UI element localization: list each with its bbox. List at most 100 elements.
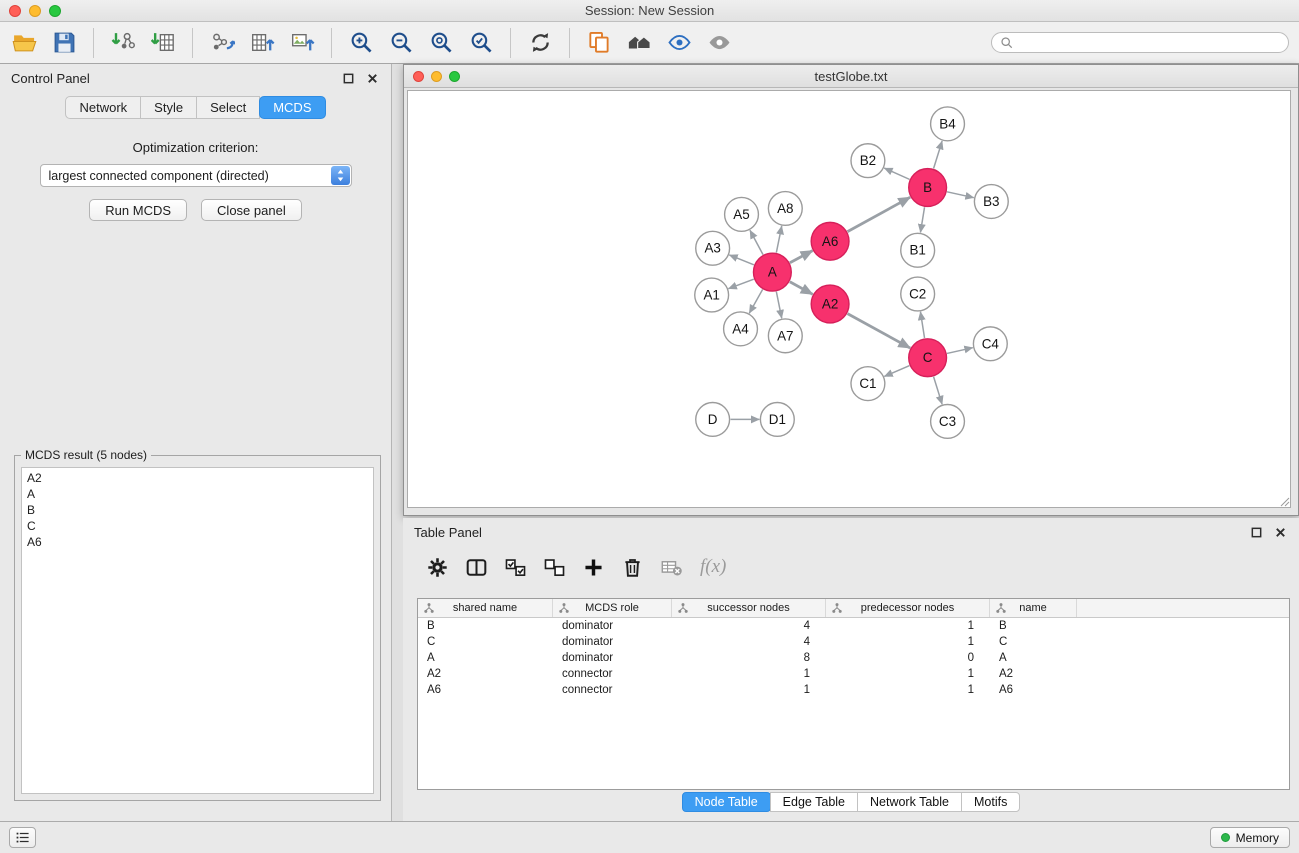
- table-cell[interactable]: 0: [826, 650, 990, 666]
- table-cell[interactable]: 1: [826, 682, 990, 698]
- edge-B-B1[interactable]: [920, 207, 924, 232]
- float-table-panel-icon[interactable]: [1248, 524, 1264, 540]
- show-hide-icon[interactable]: [699, 26, 739, 60]
- table-cell[interactable]: C: [418, 634, 553, 650]
- zoom-window-button[interactable]: [49, 5, 61, 17]
- edge-A-A5[interactable]: [750, 230, 763, 254]
- node-A4[interactable]: A4: [724, 312, 758, 346]
- save-session-icon[interactable]: [44, 26, 84, 60]
- column-header-successor-nodes[interactable]: successor nodes: [672, 599, 826, 617]
- close-network-window-button[interactable]: [413, 71, 424, 82]
- table-row[interactable]: A2connector11A2: [418, 666, 1289, 682]
- delete-row-icon[interactable]: [614, 551, 651, 583]
- result-list-item[interactable]: A6: [22, 534, 373, 550]
- node-C4[interactable]: C4: [973, 327, 1007, 361]
- result-list-item[interactable]: A: [22, 486, 373, 502]
- table-row[interactable]: Adominator80A: [418, 650, 1289, 666]
- table-cell[interactable]: 4: [672, 618, 826, 634]
- tab-network[interactable]: Network: [65, 96, 141, 119]
- table-cell[interactable]: C: [990, 634, 1077, 650]
- node-B3[interactable]: B3: [974, 185, 1008, 219]
- clear-table-icon[interactable]: [653, 551, 690, 583]
- table-cell[interactable]: dominator: [553, 650, 672, 666]
- edge-C-C2[interactable]: [920, 312, 924, 338]
- select-all-icon[interactable]: [497, 551, 534, 583]
- close-panel-button[interactable]: Close panel: [201, 199, 302, 221]
- refresh-icon[interactable]: [520, 26, 560, 60]
- table-cell[interactable]: 4: [672, 634, 826, 650]
- table-cell[interactable]: 1: [826, 634, 990, 650]
- table-cell[interactable]: dominator: [553, 618, 672, 634]
- minimize-network-window-button[interactable]: [431, 71, 442, 82]
- export-table-icon[interactable]: [242, 26, 282, 60]
- export-image-icon[interactable]: [282, 26, 322, 60]
- table-row[interactable]: A6connector11A6: [418, 682, 1289, 698]
- tab-style[interactable]: Style: [140, 96, 197, 119]
- column-browser-icon[interactable]: [458, 551, 495, 583]
- memory-button[interactable]: Memory: [1210, 827, 1290, 848]
- edge-A-A3[interactable]: [729, 255, 754, 265]
- minimize-window-button[interactable]: [29, 5, 41, 17]
- table-cell[interactable]: 1: [826, 666, 990, 682]
- edge-A-A8[interactable]: [776, 226, 781, 253]
- import-table-icon[interactable]: [143, 26, 183, 60]
- zoom-network-window-button[interactable]: [449, 71, 460, 82]
- node-A8[interactable]: A8: [768, 192, 802, 226]
- export-network-icon[interactable]: [202, 26, 242, 60]
- open-session-icon[interactable]: [4, 26, 44, 60]
- edge-A-A6[interactable]: [790, 251, 813, 263]
- edge-A-A7[interactable]: [776, 292, 781, 319]
- edge-A-A4[interactable]: [749, 289, 762, 313]
- zoom-selected-icon[interactable]: [461, 26, 501, 60]
- table-cell[interactable]: connector: [553, 666, 672, 682]
- node-B4[interactable]: B4: [931, 107, 965, 141]
- column-header-shared-name[interactable]: shared name: [418, 599, 553, 617]
- function-builder-button[interactable]: f(x): [700, 556, 726, 578]
- table-row[interactable]: Bdominator41B: [418, 618, 1289, 634]
- node-A1[interactable]: A1: [695, 278, 729, 312]
- node-C2[interactable]: C2: [901, 277, 935, 311]
- node-D1[interactable]: D1: [760, 403, 794, 437]
- table-cell[interactable]: 8: [672, 650, 826, 666]
- node-A3[interactable]: A3: [696, 231, 730, 265]
- node-B1[interactable]: B1: [901, 233, 935, 267]
- tab-node-table[interactable]: Node Table: [682, 792, 771, 812]
- node-A5[interactable]: A5: [725, 197, 759, 231]
- result-list-item[interactable]: A2: [22, 470, 373, 486]
- table-cell[interactable]: A6: [418, 682, 553, 698]
- table-row[interactable]: Cdominator41C: [418, 634, 1289, 650]
- table-cell[interactable]: A2: [990, 666, 1077, 682]
- task-history-button[interactable]: [9, 827, 36, 848]
- table-cell[interactable]: 1: [672, 682, 826, 698]
- table-cell[interactable]: connector: [553, 682, 672, 698]
- style-preview-icon[interactable]: [659, 26, 699, 60]
- node-A7[interactable]: A7: [768, 319, 802, 353]
- result-list-item[interactable]: C: [22, 518, 373, 534]
- table-cell[interactable]: 1: [672, 666, 826, 682]
- float-panel-icon[interactable]: [340, 70, 356, 86]
- edge-C-C3[interactable]: [934, 377, 943, 405]
- run-mcds-button[interactable]: Run MCDS: [89, 199, 187, 221]
- tab-select[interactable]: Select: [196, 96, 260, 119]
- edge-A2-C[interactable]: [848, 314, 911, 348]
- node-A2[interactable]: A2: [811, 285, 849, 323]
- network-canvas[interactable]: B4B2BB3A5A8A6B1A3AC2A1A2A4A7C4CC1C3DD1: [407, 90, 1291, 508]
- edge-C-C4[interactable]: [947, 348, 973, 354]
- table-cell[interactable]: A: [418, 650, 553, 666]
- edge-B-B2[interactable]: [884, 168, 909, 179]
- gear-icon[interactable]: [419, 551, 456, 583]
- search-input[interactable]: [991, 32, 1289, 53]
- node-B[interactable]: B: [909, 169, 947, 207]
- result-list-item[interactable]: B: [22, 502, 373, 518]
- edge-C-C1[interactable]: [884, 366, 909, 377]
- column-header-MCDS-role[interactable]: MCDS role: [553, 599, 672, 617]
- zoom-in-icon[interactable]: [341, 26, 381, 60]
- node-B2[interactable]: B2: [851, 144, 885, 178]
- zoom-out-icon[interactable]: [381, 26, 421, 60]
- edge-B-B3[interactable]: [947, 192, 974, 198]
- column-header-predecessor-nodes[interactable]: predecessor nodes: [826, 599, 990, 617]
- node-C[interactable]: C: [909, 339, 947, 377]
- node-A6[interactable]: A6: [811, 222, 849, 260]
- add-row-icon[interactable]: [575, 551, 612, 583]
- tab-network-table[interactable]: Network Table: [857, 792, 962, 812]
